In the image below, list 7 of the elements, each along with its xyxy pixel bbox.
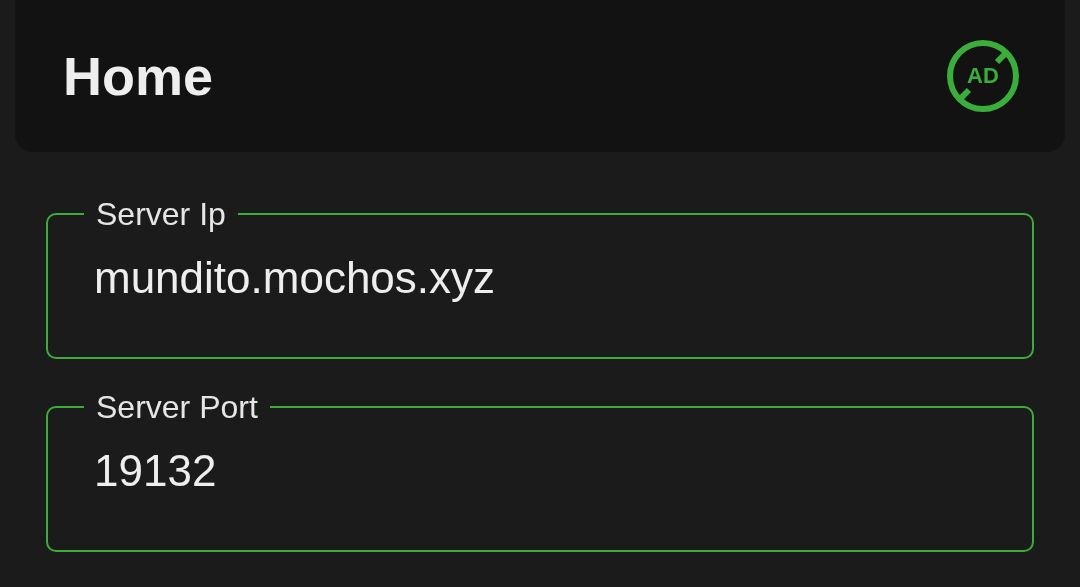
field-label: Server Port: [95, 388, 259, 427]
field-label: Server Ip: [95, 195, 227, 234]
field-value: 19132: [94, 445, 218, 497]
field-value: mundito.mochos.xyz: [94, 252, 497, 304]
no-ads-button[interactable]: AD: [945, 38, 1021, 114]
no-ads-icon: [945, 38, 1021, 114]
page-title: Home: [63, 44, 214, 108]
